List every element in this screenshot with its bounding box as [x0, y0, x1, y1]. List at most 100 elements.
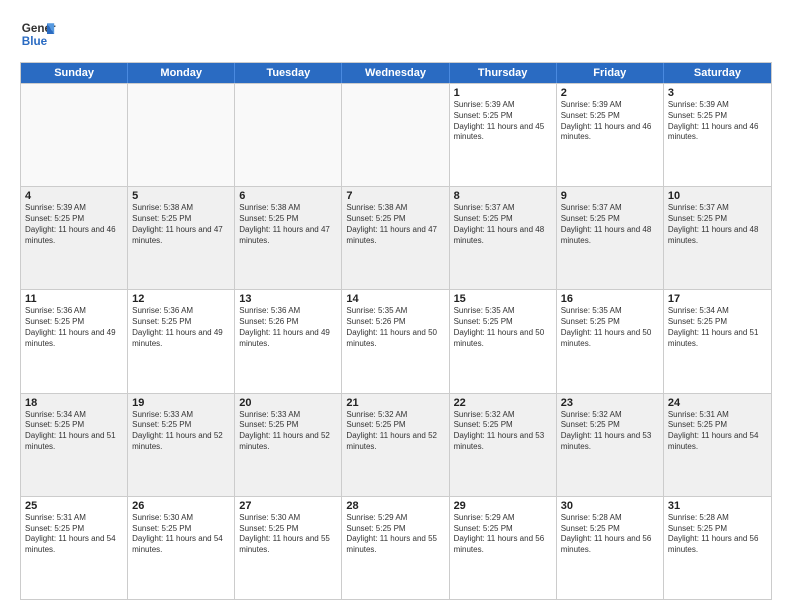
day-number: 9 [561, 190, 659, 202]
table-row: 11Sunrise: 5:36 AMSunset: 5:25 PMDayligh… [21, 290, 128, 392]
day-number: 16 [561, 293, 659, 305]
calendar-header: SundayMondayTuesdayWednesdayThursdayFrid… [21, 63, 771, 83]
day-number: 31 [668, 500, 767, 512]
svg-text:Blue: Blue [22, 35, 48, 48]
table-row: 5Sunrise: 5:38 AMSunset: 5:25 PMDaylight… [128, 187, 235, 289]
table-row: 13Sunrise: 5:36 AMSunset: 5:26 PMDayligh… [235, 290, 342, 392]
day-info: Sunrise: 5:32 AMSunset: 5:25 PMDaylight:… [346, 410, 444, 453]
table-row: 16Sunrise: 5:35 AMSunset: 5:25 PMDayligh… [557, 290, 664, 392]
day-number: 15 [454, 293, 552, 305]
table-row: 21Sunrise: 5:32 AMSunset: 5:25 PMDayligh… [342, 394, 449, 496]
table-row: 31Sunrise: 5:28 AMSunset: 5:25 PMDayligh… [664, 497, 771, 599]
table-row: 27Sunrise: 5:30 AMSunset: 5:25 PMDayligh… [235, 497, 342, 599]
day-info: Sunrise: 5:39 AMSunset: 5:25 PMDaylight:… [454, 100, 552, 143]
day-number: 30 [561, 500, 659, 512]
day-number: 12 [132, 293, 230, 305]
table-row: 4Sunrise: 5:39 AMSunset: 5:25 PMDaylight… [21, 187, 128, 289]
day-info: Sunrise: 5:29 AMSunset: 5:25 PMDaylight:… [346, 513, 444, 556]
day-number: 2 [561, 87, 659, 99]
table-row [128, 84, 235, 186]
day-number: 3 [668, 87, 767, 99]
day-info: Sunrise: 5:36 AMSunset: 5:25 PMDaylight:… [25, 306, 123, 349]
table-row: 23Sunrise: 5:32 AMSunset: 5:25 PMDayligh… [557, 394, 664, 496]
day-info: Sunrise: 5:34 AMSunset: 5:25 PMDaylight:… [25, 410, 123, 453]
table-row: 30Sunrise: 5:28 AMSunset: 5:25 PMDayligh… [557, 497, 664, 599]
day-info: Sunrise: 5:32 AMSunset: 5:25 PMDaylight:… [454, 410, 552, 453]
day-info: Sunrise: 5:35 AMSunset: 5:26 PMDaylight:… [346, 306, 444, 349]
calendar-header-cell: Sunday [21, 63, 128, 83]
day-number: 6 [239, 190, 337, 202]
table-row: 24Sunrise: 5:31 AMSunset: 5:25 PMDayligh… [664, 394, 771, 496]
day-info: Sunrise: 5:37 AMSunset: 5:25 PMDaylight:… [561, 203, 659, 246]
table-row: 29Sunrise: 5:29 AMSunset: 5:25 PMDayligh… [450, 497, 557, 599]
table-row: 19Sunrise: 5:33 AMSunset: 5:25 PMDayligh… [128, 394, 235, 496]
day-number: 23 [561, 397, 659, 409]
day-info: Sunrise: 5:39 AMSunset: 5:25 PMDaylight:… [25, 203, 123, 246]
day-number: 22 [454, 397, 552, 409]
table-row [235, 84, 342, 186]
day-info: Sunrise: 5:38 AMSunset: 5:25 PMDaylight:… [239, 203, 337, 246]
logo-icon: General Blue [20, 16, 56, 52]
logo: General Blue [20, 16, 56, 52]
calendar-header-cell: Wednesday [342, 63, 449, 83]
day-info: Sunrise: 5:34 AMSunset: 5:25 PMDaylight:… [668, 306, 767, 349]
calendar-row: 1Sunrise: 5:39 AMSunset: 5:25 PMDaylight… [21, 83, 771, 186]
calendar-body: 1Sunrise: 5:39 AMSunset: 5:25 PMDaylight… [21, 83, 771, 599]
day-number: 13 [239, 293, 337, 305]
day-number: 14 [346, 293, 444, 305]
table-row: 28Sunrise: 5:29 AMSunset: 5:25 PMDayligh… [342, 497, 449, 599]
day-info: Sunrise: 5:38 AMSunset: 5:25 PMDaylight:… [346, 203, 444, 246]
day-number: 27 [239, 500, 337, 512]
day-number: 4 [25, 190, 123, 202]
day-number: 24 [668, 397, 767, 409]
table-row: 10Sunrise: 5:37 AMSunset: 5:25 PMDayligh… [664, 187, 771, 289]
table-row: 2Sunrise: 5:39 AMSunset: 5:25 PMDaylight… [557, 84, 664, 186]
day-info: Sunrise: 5:36 AMSunset: 5:26 PMDaylight:… [239, 306, 337, 349]
calendar-header-cell: Tuesday [235, 63, 342, 83]
table-row: 7Sunrise: 5:38 AMSunset: 5:25 PMDaylight… [342, 187, 449, 289]
day-info: Sunrise: 5:39 AMSunset: 5:25 PMDaylight:… [668, 100, 767, 143]
day-number: 7 [346, 190, 444, 202]
table-row: 8Sunrise: 5:37 AMSunset: 5:25 PMDaylight… [450, 187, 557, 289]
day-number: 25 [25, 500, 123, 512]
calendar-row: 4Sunrise: 5:39 AMSunset: 5:25 PMDaylight… [21, 186, 771, 289]
day-info: Sunrise: 5:32 AMSunset: 5:25 PMDaylight:… [561, 410, 659, 453]
table-row: 6Sunrise: 5:38 AMSunset: 5:25 PMDaylight… [235, 187, 342, 289]
calendar-header-cell: Friday [557, 63, 664, 83]
day-info: Sunrise: 5:28 AMSunset: 5:25 PMDaylight:… [561, 513, 659, 556]
day-info: Sunrise: 5:31 AMSunset: 5:25 PMDaylight:… [668, 410, 767, 453]
calendar-row: 18Sunrise: 5:34 AMSunset: 5:25 PMDayligh… [21, 393, 771, 496]
table-row: 22Sunrise: 5:32 AMSunset: 5:25 PMDayligh… [450, 394, 557, 496]
calendar-header-cell: Saturday [664, 63, 771, 83]
table-row: 26Sunrise: 5:30 AMSunset: 5:25 PMDayligh… [128, 497, 235, 599]
table-row: 1Sunrise: 5:39 AMSunset: 5:25 PMDaylight… [450, 84, 557, 186]
day-info: Sunrise: 5:36 AMSunset: 5:25 PMDaylight:… [132, 306, 230, 349]
day-number: 28 [346, 500, 444, 512]
table-row: 9Sunrise: 5:37 AMSunset: 5:25 PMDaylight… [557, 187, 664, 289]
day-info: Sunrise: 5:38 AMSunset: 5:25 PMDaylight:… [132, 203, 230, 246]
calendar-header-cell: Monday [128, 63, 235, 83]
day-number: 21 [346, 397, 444, 409]
calendar: SundayMondayTuesdayWednesdayThursdayFrid… [20, 62, 772, 600]
day-number: 26 [132, 500, 230, 512]
calendar-row: 11Sunrise: 5:36 AMSunset: 5:25 PMDayligh… [21, 289, 771, 392]
table-row: 12Sunrise: 5:36 AMSunset: 5:25 PMDayligh… [128, 290, 235, 392]
page: General Blue SundayMondayTuesdayWednesda… [0, 0, 792, 612]
day-number: 17 [668, 293, 767, 305]
day-info: Sunrise: 5:39 AMSunset: 5:25 PMDaylight:… [561, 100, 659, 143]
day-info: Sunrise: 5:35 AMSunset: 5:25 PMDaylight:… [561, 306, 659, 349]
day-number: 20 [239, 397, 337, 409]
table-row: 25Sunrise: 5:31 AMSunset: 5:25 PMDayligh… [21, 497, 128, 599]
calendar-row: 25Sunrise: 5:31 AMSunset: 5:25 PMDayligh… [21, 496, 771, 599]
table-row: 14Sunrise: 5:35 AMSunset: 5:26 PMDayligh… [342, 290, 449, 392]
table-row: 15Sunrise: 5:35 AMSunset: 5:25 PMDayligh… [450, 290, 557, 392]
table-row: 20Sunrise: 5:33 AMSunset: 5:25 PMDayligh… [235, 394, 342, 496]
day-info: Sunrise: 5:30 AMSunset: 5:25 PMDaylight:… [239, 513, 337, 556]
day-number: 11 [25, 293, 123, 305]
table-row [21, 84, 128, 186]
day-info: Sunrise: 5:29 AMSunset: 5:25 PMDaylight:… [454, 513, 552, 556]
day-info: Sunrise: 5:33 AMSunset: 5:25 PMDaylight:… [239, 410, 337, 453]
day-info: Sunrise: 5:31 AMSunset: 5:25 PMDaylight:… [25, 513, 123, 556]
day-info: Sunrise: 5:28 AMSunset: 5:25 PMDaylight:… [668, 513, 767, 556]
table-row [342, 84, 449, 186]
